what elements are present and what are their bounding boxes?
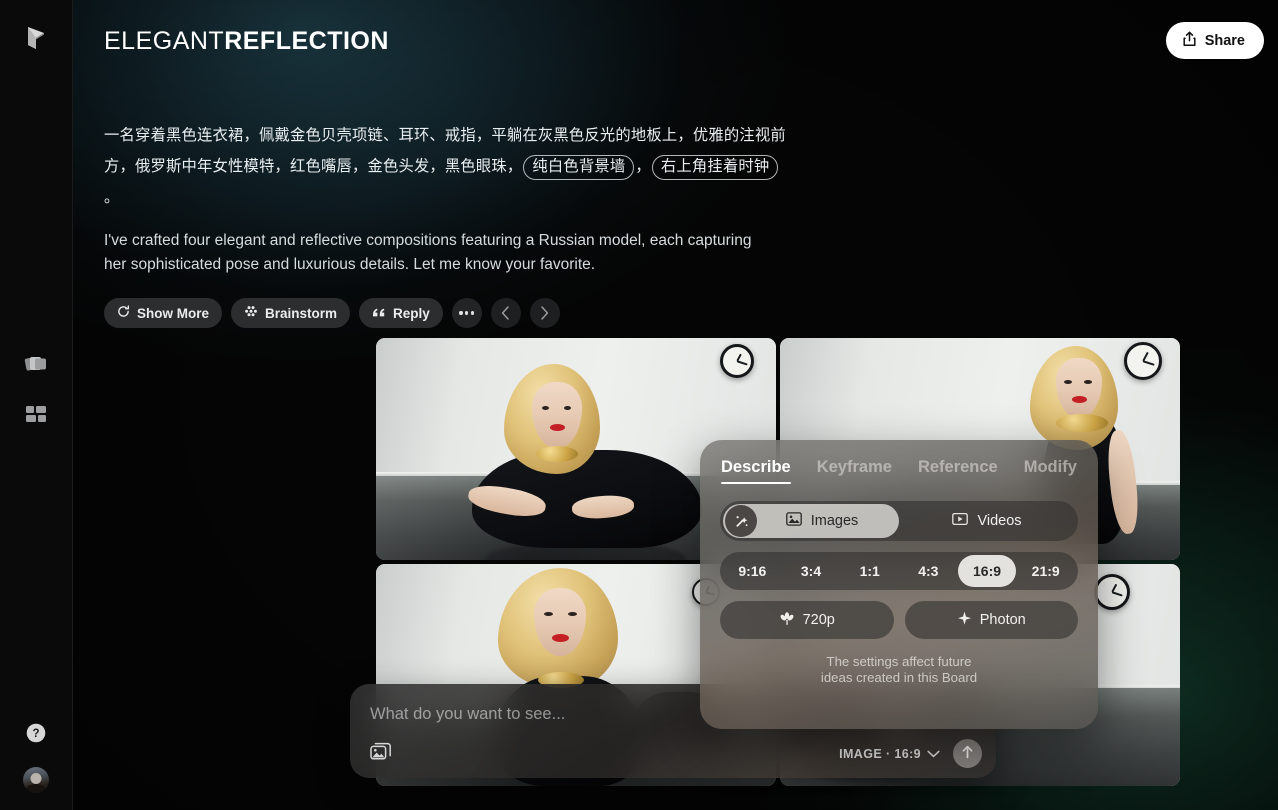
sidebar: ? (0, 0, 73, 810)
media-type-videos[interactable]: Videos (899, 504, 1075, 538)
model-label: Photon (979, 612, 1026, 628)
flag-logo-icon[interactable] (19, 21, 53, 55)
format-label: IMAGE · 16:9 (839, 747, 921, 761)
wall-clock-icon (1094, 574, 1130, 610)
magic-wand-icon (725, 505, 757, 537)
chevron-left-icon[interactable] (490, 298, 521, 328)
reply-button[interactable]: Reply (359, 298, 443, 328)
show-more-button[interactable]: Show More (104, 298, 223, 328)
format-selector[interactable]: IMAGE · 16:9 (839, 747, 940, 761)
aspect-ratio-9-16[interactable]: 9:16 (723, 555, 782, 587)
settings-popover: Describe Keyframe Reference Modify Image… (700, 440, 1098, 729)
ellipsis-icon[interactable] (451, 298, 482, 328)
quote-icon (372, 306, 386, 321)
tab-reference[interactable]: Reference (918, 458, 998, 486)
header: ELEGANTREFLECTION Share (73, 0, 1278, 82)
aspect-ratio-3-4[interactable]: 3:4 (782, 555, 841, 587)
arrow-up-icon (960, 744, 975, 763)
prompt-chip-background[interactable]: 纯白色背景墙 (523, 155, 635, 180)
app-root: ? ELEGANTREFLECTION Share 一名穿着黑色连衣裙，佩戴金色… (0, 0, 1278, 810)
aspect-ratio-4-3[interactable]: 4:3 (899, 555, 958, 587)
question-mark-icon[interactable]: ? (19, 716, 53, 750)
send-button[interactable] (953, 739, 982, 768)
aspect-ratio-1-1[interactable]: 1:1 (840, 555, 899, 587)
tab-keyframe[interactable]: Keyframe (817, 458, 892, 486)
prompt-chip-clock[interactable]: 右上角挂着时钟 (651, 155, 779, 180)
assistant-reply-text: I've crafted four elegant and reflective… (104, 232, 752, 273)
prompt-text: 一名穿着黑色连衣裙，佩戴金色贝壳项链、耳环、戒指，平躺在灰黑色反光的地板上，优雅… (104, 120, 794, 213)
sidebar-item-grid[interactable] (19, 397, 53, 431)
svg-text:?: ? (32, 728, 39, 740)
share-upload-icon (1182, 31, 1197, 51)
prompt-part-2: ， (635, 158, 651, 175)
wall-clock-icon (1124, 342, 1162, 380)
popover-note-line-1: The settings affect future (826, 654, 972, 669)
chevron-down-icon (927, 747, 940, 761)
image-stack-icon[interactable] (368, 738, 394, 764)
video-play-icon (952, 512, 969, 530)
page-title-bold: REFLECTION (224, 27, 389, 55)
media-type-images[interactable]: Images (723, 504, 899, 538)
media-type-videos-label: Videos (977, 513, 1022, 529)
avatar[interactable] (19, 763, 53, 797)
resolution-label: 720p (802, 612, 835, 628)
image-icon (785, 512, 802, 530)
model-button[interactable]: Photon (904, 601, 1078, 639)
share-button[interactable]: Share (1165, 22, 1264, 59)
reply-label: Reply (393, 305, 430, 321)
sidebar-item-cards[interactable] (19, 347, 53, 381)
conversation-block: 一名穿着黑色连衣裙，佩戴金色贝壳项链、耳环、戒指，平躺在灰黑色反光的地板上，优雅… (104, 120, 794, 328)
tab-modify[interactable]: Modify (1024, 458, 1077, 486)
wall-clock-icon (720, 344, 754, 378)
aspect-ratio-row: 9:16 3:4 1:1 4:3 16:9 21:9 (720, 552, 1078, 590)
popover-note: The settings affect future ideas created… (720, 654, 1078, 686)
action-row: Show More Brainstorm Reply (104, 298, 794, 328)
media-type-images-label: Images (810, 513, 859, 529)
resolution-button[interactable]: 720p (720, 601, 894, 639)
dots-cluster-icon (244, 305, 258, 322)
share-button-label: Share (1204, 32, 1245, 49)
media-type-toggle: Images Videos (720, 501, 1078, 541)
refresh-icon (117, 305, 130, 321)
popover-tab-bar: Describe Keyframe Reference Modify (720, 458, 1078, 486)
chevron-right-icon[interactable] (529, 298, 560, 328)
aspect-ratio-16-9[interactable]: 16:9 (957, 555, 1017, 587)
brainstorm-button[interactable]: Brainstorm (231, 298, 351, 328)
sparkle-icon (957, 611, 972, 630)
option-row: 720p Photon (720, 601, 1078, 639)
flower-resolution-icon (779, 611, 795, 630)
page-title-light: ELEGANT (104, 27, 225, 55)
prompt-part-3: 。 (104, 189, 120, 206)
page-title: ELEGANTREFLECTION (104, 27, 389, 56)
tab-describe[interactable]: Describe (721, 458, 791, 486)
show-more-label: Show More (137, 305, 210, 321)
popover-note-line-2: ideas created in this Board (820, 670, 978, 685)
brainstorm-label: Brainstorm (265, 305, 338, 321)
aspect-ratio-21-9[interactable]: 21:9 (1016, 555, 1075, 587)
